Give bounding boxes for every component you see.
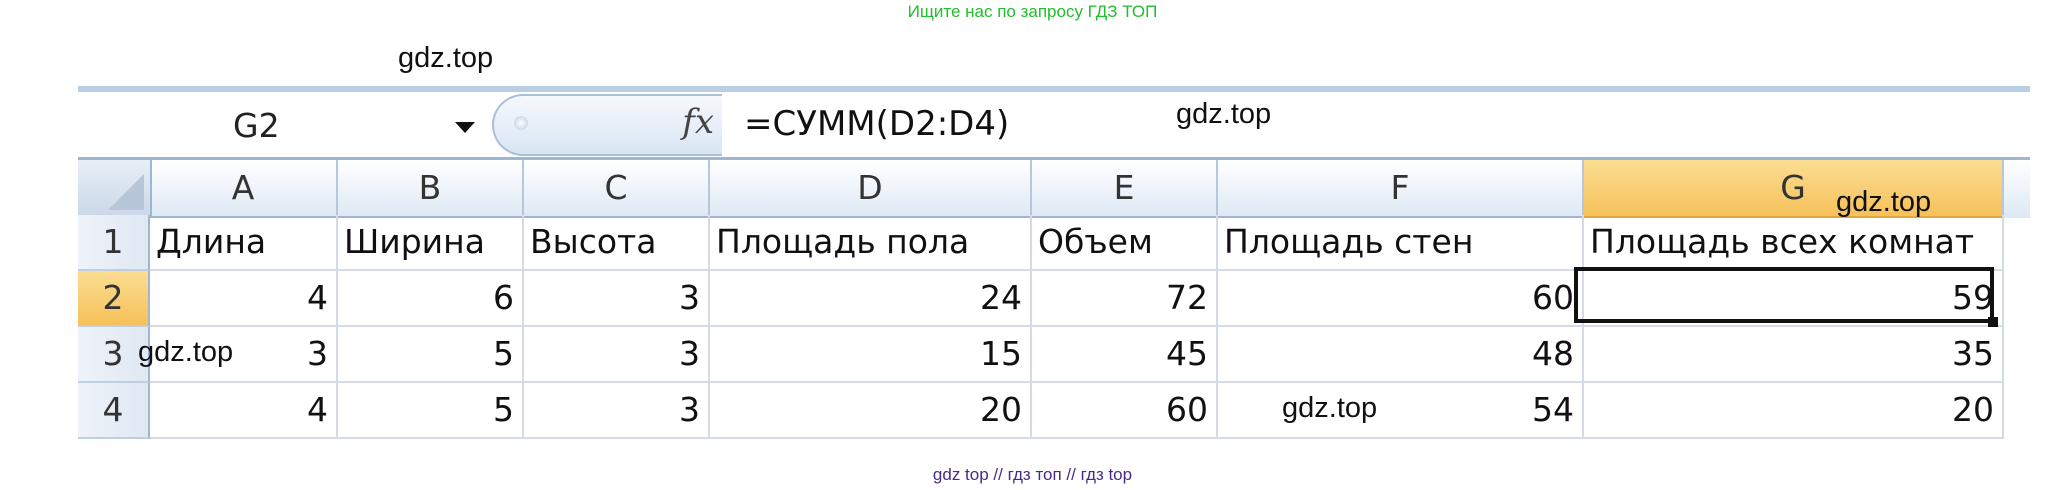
cell-e1[interactable]: Объем xyxy=(1032,215,1218,271)
cell-d1[interactable]: Площадь пола xyxy=(710,215,1032,271)
formula-input[interactable]: =СУММ(D2:D4) xyxy=(744,104,1009,144)
column-header-row: A B C D E F G xyxy=(78,157,2030,218)
cell-b4[interactable]: 5 xyxy=(338,383,524,439)
name-box-value: G2 xyxy=(233,106,280,145)
cell-f1[interactable]: Площадь стен xyxy=(1218,215,1584,271)
cell-b2[interactable]: 6 xyxy=(338,271,524,327)
formula-bar: G2 fx =СУММ(D2:D4) xyxy=(78,86,2030,161)
cell-c1[interactable]: Высота xyxy=(524,215,710,271)
cell-g1[interactable]: Площадь всех комнат xyxy=(1584,215,2004,271)
row-header-4[interactable]: 4 xyxy=(78,383,150,439)
watermark: gdz.top xyxy=(138,336,234,368)
cell-c3[interactable]: 3 xyxy=(524,327,710,383)
cell-a2[interactable]: 4 xyxy=(150,271,338,327)
column-header-a[interactable]: A xyxy=(150,160,338,218)
cell-d2[interactable]: 24 xyxy=(710,271,1032,327)
column-header-e[interactable]: E xyxy=(1032,160,1218,218)
cell-f4[interactable]: 54 xyxy=(1218,383,1584,439)
spreadsheet-grid: A B C D E F G 1 Длина Ширина Высота Площ… xyxy=(78,157,2030,439)
table-row: 4 4 5 3 20 60 54 20 xyxy=(78,383,2030,439)
cell-a1[interactable]: Длина xyxy=(150,215,338,271)
splitter-handle-icon[interactable] xyxy=(514,116,528,130)
table-row: 2 4 6 3 24 72 60 59 xyxy=(78,271,2030,327)
column-header-c[interactable]: C xyxy=(524,160,710,218)
select-all-corner[interactable] xyxy=(78,160,152,218)
top-banner: Ищите нас по запросу ГДЗ ТОП xyxy=(907,2,1158,21)
column-header-f[interactable]: F xyxy=(1218,160,1584,218)
cell-e4[interactable]: 60 xyxy=(1032,383,1218,439)
cell-e2[interactable]: 72 xyxy=(1032,271,1218,327)
fx-icon[interactable]: fx xyxy=(682,102,714,142)
cell-d3[interactable]: 15 xyxy=(710,327,1032,383)
watermark: gdz.top xyxy=(1836,186,1932,218)
table-row: 3 3 5 3 15 45 48 35 xyxy=(78,327,2030,383)
cell-f3[interactable]: 48 xyxy=(1218,327,1584,383)
formula-bar-splitter[interactable]: fx xyxy=(492,94,722,156)
cell-g2[interactable]: 59 xyxy=(1584,271,2004,327)
watermark: gdz.top xyxy=(1176,98,1272,130)
row-header-2[interactable]: 2 xyxy=(78,271,150,327)
row-header-1[interactable]: 1 xyxy=(78,215,150,271)
fill-handle[interactable] xyxy=(1988,317,1998,327)
cell-d4[interactable]: 20 xyxy=(710,383,1032,439)
watermark: gdz.top xyxy=(398,42,494,74)
column-header-g[interactable]: G xyxy=(1584,160,2004,218)
cell-f2[interactable]: 60 xyxy=(1218,271,1584,327)
name-box[interactable]: G2 xyxy=(78,92,493,158)
watermark: gdz.top xyxy=(1282,392,1378,424)
cell-g3[interactable]: 35 xyxy=(1584,327,2004,383)
cell-c2[interactable]: 3 xyxy=(524,271,710,327)
column-header-d[interactable]: D xyxy=(710,160,1032,218)
cell-b3[interactable]: 5 xyxy=(338,327,524,383)
cell-c4[interactable]: 3 xyxy=(524,383,710,439)
cell-g4[interactable]: 20 xyxy=(1584,383,2004,439)
column-header-b[interactable]: B xyxy=(338,160,524,218)
table-row: 1 Длина Ширина Высота Площадь пола Объем… xyxy=(78,215,2030,271)
cell-a4[interactable]: 4 xyxy=(150,383,338,439)
bottom-banner: gdz top // гдз топ // гдз top xyxy=(932,465,1133,484)
cell-e3[interactable]: 45 xyxy=(1032,327,1218,383)
cell-b1[interactable]: Ширина xyxy=(338,215,524,271)
chevron-down-icon[interactable] xyxy=(455,122,475,133)
